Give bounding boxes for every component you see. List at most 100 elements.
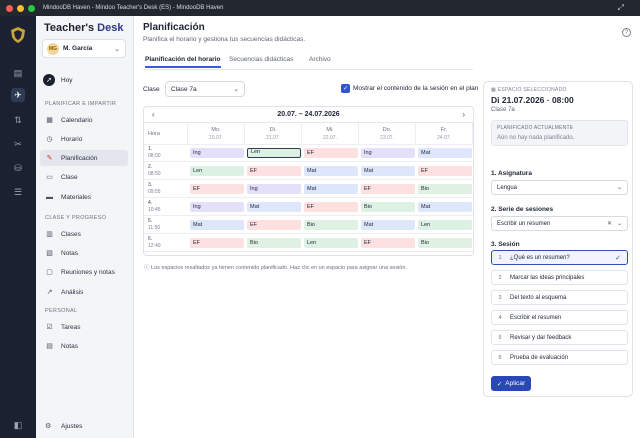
week-range: 20.07. – 24.07.2026 bbox=[277, 111, 340, 118]
session-option[interactable]: 1 ¿Qué es un resumen? ✓ bbox=[491, 250, 628, 265]
schedule-slot[interactable]: Bio bbox=[418, 238, 472, 248]
chevron-down-icon: ⌄ bbox=[114, 45, 120, 53]
sidebar-item-calendario[interactable]: ▦ Calendario bbox=[40, 112, 128, 128]
sidebar-item-horario[interactable]: ◷ Horario bbox=[40, 131, 128, 147]
schedule-slot[interactable]: Len bbox=[190, 166, 244, 176]
database-icon[interactable]: ⛁ bbox=[11, 161, 25, 175]
user-name: M. García bbox=[63, 45, 93, 52]
show-content-checkbox[interactable]: ✓ bbox=[341, 84, 350, 93]
period-label: 6. 12:40 bbox=[148, 236, 161, 249]
period-label: 4. 10:45 bbox=[148, 200, 161, 213]
session-number: 3 bbox=[498, 294, 502, 301]
schedule-slot[interactable]: EF bbox=[361, 184, 415, 194]
series-select[interactable]: Escribir un resumen ✕ ⌄ bbox=[491, 216, 628, 231]
chevron-down-icon: ⌄ bbox=[616, 221, 622, 227]
tab-archivo[interactable]: Archivo bbox=[309, 56, 331, 66]
tab-bar: Planificación del horario Secuencias did… bbox=[143, 56, 473, 70]
sidebar-item-planificacion[interactable]: ✎ Planificación bbox=[40, 150, 128, 166]
schedule-slot[interactable]: Len bbox=[304, 238, 358, 248]
session-number: 6 bbox=[498, 354, 502, 361]
tab-planificacion-horario[interactable]: Planificación del horario bbox=[145, 56, 221, 68]
sidebar-item-clases[interactable]: ▥ Clases bbox=[40, 226, 128, 242]
maximize-window-button[interactable] bbox=[28, 4, 35, 12]
rocket-icon[interactable]: ✈ bbox=[11, 88, 25, 102]
schedule-slot[interactable]: Mat bbox=[361, 166, 415, 176]
hour-column-header: Hora bbox=[144, 123, 188, 145]
sliders-icon[interactable]: ☰ bbox=[11, 185, 25, 199]
session-option[interactable]: 3 Del texto al esquema bbox=[491, 290, 628, 305]
close-window-button[interactable] bbox=[6, 4, 13, 12]
schedule-slot[interactable]: Mat bbox=[190, 220, 244, 230]
schedule-slot[interactable]: EF bbox=[190, 184, 244, 194]
minimize-window-button[interactable] bbox=[17, 4, 24, 12]
period-row: 6. 12:40 EF Bio Len EF Bio bbox=[144, 235, 473, 252]
schedule-slot[interactable]: EF bbox=[247, 166, 301, 176]
apply-button[interactable]: ✓ Aplicar bbox=[491, 376, 531, 391]
schedule-slot[interactable]: Mat bbox=[247, 202, 301, 212]
schedule-slot[interactable]: Ing bbox=[361, 148, 415, 158]
panel-tag: ▦ ESPACIO SELECCIONADO bbox=[491, 87, 567, 93]
help-icon[interactable]: ? bbox=[622, 28, 631, 37]
sidebar-item-notas[interactable]: ▧ Notas bbox=[40, 245, 128, 261]
subject-select[interactable]: Lengua ⌄ bbox=[491, 180, 628, 195]
session-option[interactable]: 2 Marcar las ideas principales bbox=[491, 270, 628, 285]
checkbox-icon: ☑ bbox=[46, 324, 53, 331]
class-select[interactable]: Clase 7a ⌄ bbox=[165, 81, 245, 97]
schedule-slot[interactable]: Len bbox=[418, 220, 472, 230]
schedule-slot[interactable]: EF bbox=[190, 238, 244, 248]
shuffle-icon[interactable]: ✂ bbox=[11, 137, 25, 151]
session-option[interactable]: 4 Escribir el resumen bbox=[491, 310, 628, 325]
session-option[interactable]: 6 Prueba de evaluación bbox=[491, 350, 628, 365]
schedule-slot[interactable]: EF bbox=[247, 220, 301, 230]
schedule-slot[interactable]: Mat bbox=[304, 166, 358, 176]
schedule-slot[interactable]: EF bbox=[304, 202, 358, 212]
day-header: Di. 21.07. bbox=[245, 123, 302, 145]
schedule-slot[interactable]: EF bbox=[304, 148, 358, 158]
session-label: Marcar las ideas principales bbox=[510, 274, 585, 281]
user-selector[interactable]: MG M. García ⌄ bbox=[42, 39, 126, 58]
schedule-slot[interactable]: EF bbox=[361, 238, 415, 248]
schedule-slot[interactable]: Bio bbox=[247, 238, 301, 248]
schedule-slot[interactable]: Mat bbox=[418, 202, 472, 212]
sidebar-item-notas-personal[interactable]: ▤ Notas bbox=[40, 338, 128, 354]
sidebar-item-ajustes[interactable]: ⚙ Ajustes bbox=[40, 418, 128, 434]
period-label: 1. 08:00 bbox=[148, 146, 161, 159]
sidebar-item-materiales[interactable]: ▬ Materiales bbox=[40, 189, 128, 205]
period-row: 2. 08:50 Len EF Mat Mat EF bbox=[144, 163, 473, 180]
schedule-slot[interactable]: Ing bbox=[247, 184, 301, 194]
schedule-slot[interactable]: Bio bbox=[361, 202, 415, 212]
schedule-slot[interactable]: Len bbox=[247, 148, 301, 158]
period-label: 5. 11:50 bbox=[148, 218, 161, 231]
schedule-slot[interactable]: Ing bbox=[190, 202, 244, 212]
sidebar-toggle-icon[interactable]: ◧ bbox=[11, 418, 25, 432]
slot-date: Di 21.07.2026 · 08:00 bbox=[491, 95, 574, 105]
page-subtitle: Planifica el horario y gestiona tus secu… bbox=[143, 36, 306, 43]
tab-secuencias[interactable]: Secuencias didácticas bbox=[229, 56, 293, 66]
schedule-slot[interactable]: Mat bbox=[418, 148, 472, 158]
period-row: 4. 10:45 Ing Mat EF Bio Mat bbox=[144, 199, 473, 216]
sidebar-item-analisis[interactable]: ↗ Análisis bbox=[40, 284, 128, 300]
sidebar-item-clase[interactable]: ▭ Clase bbox=[40, 169, 128, 185]
session-number: 4 bbox=[498, 314, 502, 321]
gear-icon: ⚙ bbox=[45, 423, 52, 430]
schedule-slot[interactable]: Ing bbox=[190, 148, 244, 158]
sidebar-item-reuniones[interactable]: ▢ Reuniones y notas bbox=[40, 264, 128, 280]
clear-icon[interactable]: ✕ bbox=[607, 220, 612, 227]
schedule-slot[interactable]: Mat bbox=[361, 220, 415, 230]
schedule-slot[interactable]: EF bbox=[418, 166, 472, 176]
expand-icon[interactable]: ⤢ bbox=[618, 3, 624, 13]
session-option[interactable]: 5 Revisar y dar feedback bbox=[491, 330, 628, 345]
section-heading: PLANIFICAR E IMPARTIR bbox=[45, 101, 117, 107]
sync-icon[interactable]: ⇅ bbox=[11, 113, 25, 127]
schedule-slot[interactable]: Mat bbox=[304, 184, 358, 194]
sidebar-item-tareas[interactable]: ☑ Tareas bbox=[40, 319, 128, 335]
icon-rail: ▤ ✈ ⇅ ✂ ⛁ ☰ ◧ bbox=[0, 16, 36, 438]
chevron-right-icon[interactable]: › bbox=[462, 110, 465, 119]
schedule-slot[interactable]: Bio bbox=[418, 184, 472, 194]
sidebar-item-hoy[interactable]: ➚ Hoy bbox=[40, 72, 128, 88]
dashboard-icon[interactable]: ▤ bbox=[11, 66, 25, 80]
schedule-slot[interactable]: Bio bbox=[304, 220, 358, 230]
section-heading: CLASE Y PROGRESO bbox=[45, 215, 107, 221]
day-header: Mo. 20.07. bbox=[188, 123, 245, 145]
chevron-left-icon[interactable]: ‹ bbox=[152, 110, 155, 119]
